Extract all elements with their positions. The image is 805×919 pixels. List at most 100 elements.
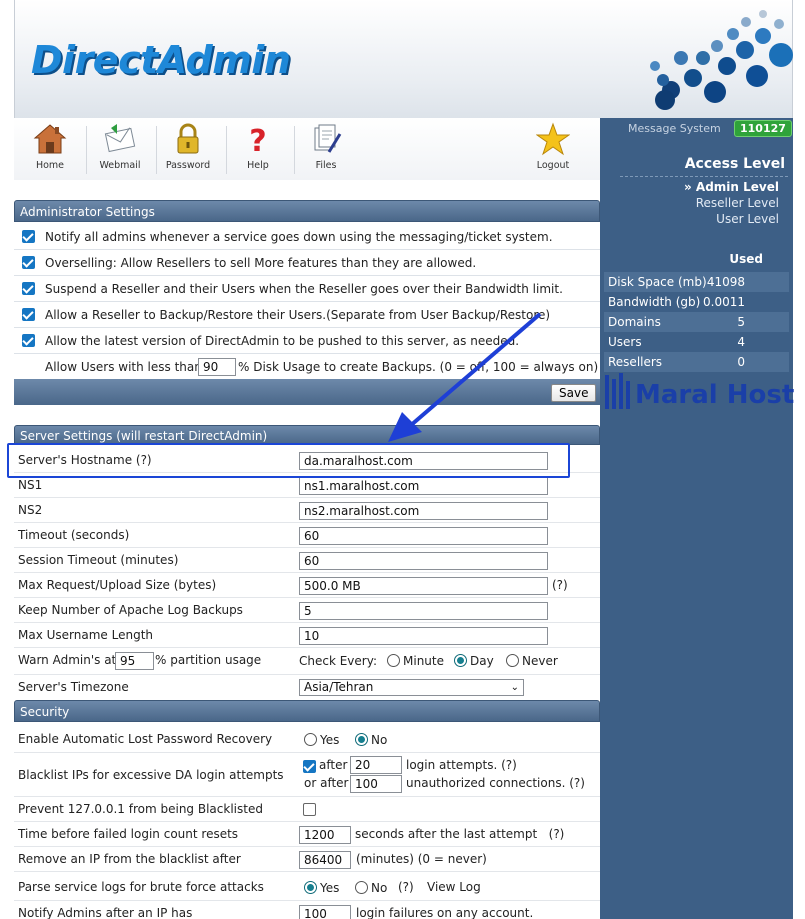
username-input[interactable] — [299, 627, 548, 645]
logo-dots-decoration — [650, 10, 793, 110]
stat-value: 5 — [737, 315, 745, 329]
option-label: Notify all admins whenever a service goe… — [45, 230, 553, 244]
stat-value: 41098 — [706, 275, 745, 289]
radio-unselected[interactable] — [387, 654, 400, 667]
row-reset-time: Time before failed login count resets se… — [14, 822, 600, 847]
annotation-arrow — [388, 312, 542, 442]
view-log-link[interactable]: View Log — [427, 874, 481, 901]
notify-input[interactable] — [299, 905, 351, 919]
stat-value: 0 — [737, 355, 745, 369]
radio-unselected[interactable] — [506, 654, 519, 667]
reset-input[interactable] — [299, 826, 351, 844]
prevent-label: Prevent 127.0.0.1 from being Blacklisted — [18, 802, 263, 816]
upload-help-link[interactable]: (?) — [552, 573, 568, 598]
toolbar-logout[interactable]: Logout — [518, 122, 588, 171]
radio-unselected[interactable] — [355, 881, 368, 894]
reset-label: Time before failed login count resets — [18, 827, 239, 841]
option-suspend-reseller[interactable]: Suspend a Reseller and their Users when … — [14, 276, 600, 302]
toolbar-logout-label: Logout — [536, 160, 570, 171]
row-blacklist: Blacklist IPs for excessive DA login att… — [14, 753, 600, 797]
option-overselling[interactable]: Overselling: Allow Resellers to sell Mor… — [14, 250, 600, 276]
level-reseller[interactable]: Reseller Level — [696, 196, 779, 210]
apache-input[interactable] — [299, 602, 548, 620]
message-count-badge[interactable]: 110127 — [734, 120, 792, 137]
freq-minute-option[interactable]: Minute — [387, 649, 444, 674]
yes-label: Yes — [320, 881, 340, 895]
checkbox-checked[interactable] — [22, 334, 35, 347]
stat-label: Disk Space (mb) — [608, 275, 707, 289]
checkbox-checked[interactable] — [22, 282, 35, 295]
upload-input[interactable] — [299, 577, 548, 595]
check-every-label: Check Every: — [299, 654, 377, 668]
unauth-input[interactable] — [350, 775, 402, 793]
toolbar-password-label: Password — [165, 160, 211, 171]
ns1-input[interactable] — [299, 477, 548, 495]
parse-help-link[interactable]: (?) — [398, 874, 414, 901]
level-user[interactable]: User Level — [716, 212, 779, 226]
parse-no-option[interactable]: No — [355, 875, 387, 902]
radio-unselected[interactable] — [304, 733, 317, 746]
row-timeout: Timeout (seconds) — [14, 523, 600, 548]
checkbox-checked[interactable] — [22, 230, 35, 243]
notify-text: login failures on any account. — [356, 906, 534, 919]
stat-label: Resellers — [608, 355, 663, 369]
radio-selected[interactable] — [355, 733, 368, 746]
toolbar-help[interactable]: ? Help — [223, 122, 293, 171]
directadmin-logo: DirectAdmin — [31, 38, 291, 82]
parse-yes-option[interactable]: Yes — [304, 875, 339, 902]
toolbar-files-label: Files — [315, 160, 337, 171]
row-upload-size: Max Request/Upload Size (bytes) (?) — [14, 573, 600, 598]
main-content: Administrator Settings Notify all admins… — [14, 180, 600, 919]
row-parse-logs: Parse service logs for brute force attac… — [14, 874, 600, 901]
warn-percent-input[interactable] — [115, 652, 154, 670]
message-system-link[interactable]: Message System — [628, 122, 721, 135]
header: DirectAdmin — [14, 0, 793, 118]
divider — [620, 176, 788, 177]
no-label: No — [371, 881, 388, 895]
lock-icon — [177, 123, 199, 154]
ns1-label: NS1 — [18, 478, 43, 492]
checkbox-checked[interactable] — [22, 256, 35, 269]
stat-resellers: Resellers 0 — [604, 352, 789, 372]
row-prevent-localhost: Prevent 127.0.0.1 from being Blacklisted — [14, 797, 600, 822]
toolbar-help-label: Help — [247, 160, 269, 171]
option-notify-admins[interactable]: Notify all admins whenever a service goe… — [14, 224, 600, 250]
row-session-timeout: Session Timeout (minutes) — [14, 548, 600, 573]
timeout-input[interactable] — [299, 527, 548, 545]
security-header: Security — [14, 700, 600, 722]
lostpw-no-option[interactable]: No — [355, 727, 387, 754]
ns2-input[interactable] — [299, 502, 548, 520]
maralhost-brand-text: Maral Host — [635, 380, 794, 410]
radio-selected[interactable] — [304, 881, 317, 894]
remove-text: (minutes) (0 = never) — [356, 852, 487, 866]
username-label: Max Username Length — [18, 628, 153, 642]
backup-percent-input[interactable] — [198, 358, 236, 376]
backup-prefix: Allow Users with less than — [45, 360, 202, 374]
freq-label: Day — [470, 654, 494, 668]
maralhost-watermark-logo: Maral Host — [605, 373, 794, 410]
freq-never-option[interactable]: Never — [506, 649, 558, 674]
toolbar-webmail[interactable]: Webmail — [85, 122, 155, 171]
row-remove-ip: Remove an IP from the blacklist after (m… — [14, 847, 600, 872]
level-admin[interactable]: » Admin Level — [684, 180, 779, 194]
save-button[interactable]: Save — [551, 384, 597, 402]
timezone-select[interactable]: Asia/Tehran ⌄ — [299, 679, 524, 696]
sidebar: Message System 110127 Access Level » Adm… — [600, 118, 793, 919]
radio-selected[interactable] — [454, 654, 467, 667]
remove-input[interactable] — [299, 851, 351, 869]
login-attempts-input[interactable] — [350, 756, 402, 774]
stat-users: Users 4 — [604, 332, 789, 352]
toolbar-password[interactable]: Password — [153, 122, 223, 171]
stat-label: Bandwidth (gb) — [608, 295, 701, 309]
row-timezone: Server's Timezone Asia/Tehran ⌄ — [14, 675, 600, 700]
warn-prefix: Warn Admin's at — [18, 653, 117, 667]
toolbar-files[interactable]: Files — [291, 122, 361, 171]
row-ns2: NS2 — [14, 498, 600, 523]
svg-text:?: ? — [249, 124, 266, 156]
checkbox-checked[interactable] — [22, 308, 35, 321]
prevent-checkbox[interactable] — [303, 803, 316, 816]
option-label: Overselling: Allow Resellers to sell Mor… — [45, 256, 477, 270]
freq-day-option[interactable]: Day — [454, 649, 494, 674]
toolbar-home[interactable]: Home — [15, 122, 85, 171]
session-input[interactable] — [299, 552, 548, 570]
